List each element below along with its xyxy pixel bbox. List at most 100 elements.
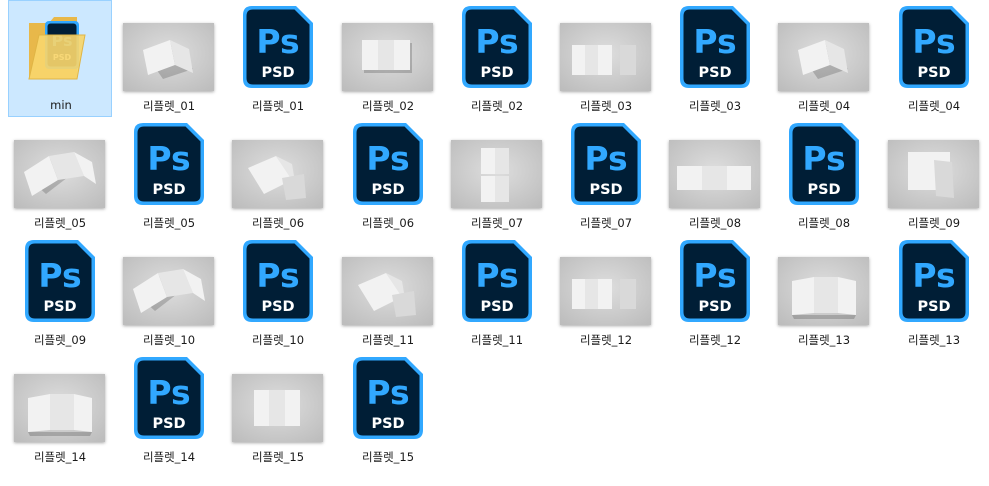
image-preview-18 [888, 140, 979, 208]
photoshop-file-icon: Ps PSD [570, 122, 642, 206]
image-file-2[interactable]: 리플렛_01 [117, 0, 221, 117]
file-name-label: 리플렛_14 [33, 450, 87, 464]
folder-icon: PsPSD [27, 9, 97, 89]
file-name-label: 리플렛_07 [579, 216, 633, 230]
psd-file-17[interactable]: Ps PSD 리플렛_08 [772, 117, 876, 234]
svg-text:PSD: PSD [698, 65, 731, 81]
file-name-label: 리플렛_07 [470, 216, 524, 230]
psd-file-5[interactable]: Ps PSD 리플렛_02 [445, 0, 549, 117]
photoshop-file-icon: Ps PSD [898, 239, 970, 323]
image-file-12[interactable]: 리플렛_06 [226, 117, 330, 234]
image-preview-12 [232, 140, 323, 208]
image-file-14[interactable]: 리플렛_07 [445, 117, 549, 234]
photoshop-file-icon: Ps PSD [461, 239, 533, 323]
svg-text:Ps: Ps [366, 373, 409, 412]
svg-text:Ps: Ps [256, 22, 299, 61]
file-thumbnail: PsPSD [9, 1, 113, 93]
file-thumbnail [772, 234, 876, 326]
svg-text:PSD: PSD [480, 65, 513, 81]
psd-file-9[interactable]: Ps PSD 리플렛_04 [882, 0, 986, 117]
image-file-26[interactable]: 리플렛_13 [772, 234, 876, 351]
svg-text:Ps: Ps [475, 22, 518, 61]
svg-text:Ps: Ps [38, 256, 81, 295]
psd-file-7[interactable]: Ps PSD 리플렛_03 [663, 0, 767, 117]
image-preview-8 [778, 23, 869, 91]
image-file-8[interactable]: 리플렛_04 [772, 0, 876, 117]
file-thumbnail: Ps PSD [663, 0, 767, 92]
image-file-28[interactable]: 리플렛_14 [8, 351, 112, 468]
image-file-6[interactable]: 리플렛_03 [554, 0, 658, 117]
file-name-label: 리플렛_08 [797, 216, 851, 230]
image-file-16[interactable]: 리플렛_08 [663, 117, 767, 234]
photoshop-file-icon: Ps PSD [242, 239, 314, 323]
svg-text:Ps: Ps [693, 256, 736, 295]
svg-text:PSD: PSD [261, 299, 294, 315]
file-thumbnail [8, 351, 112, 443]
file-name-label: 리플렛_05 [33, 216, 87, 230]
image-preview-4 [342, 23, 433, 91]
file-name-label: 리플렛_14 [142, 450, 196, 464]
folder-1[interactable]: PsPSD min [8, 0, 112, 117]
photoshop-file-icon: Ps PSD [352, 356, 424, 440]
psd-file-3[interactable]: Ps PSD 리플렛_01 [226, 0, 330, 117]
file-name-label: 리플렛_11 [470, 333, 524, 347]
file-thumbnail [117, 0, 221, 92]
image-preview-22 [342, 257, 433, 325]
psd-file-27[interactable]: Ps PSD 리플렛_13 [882, 234, 986, 351]
file-thumbnail [336, 234, 440, 326]
image-file-30[interactable]: 리플렛_15 [226, 351, 330, 468]
svg-text:Ps: Ps [802, 139, 845, 178]
image-file-4[interactable]: 리플렛_02 [336, 0, 440, 117]
svg-text:Ps: Ps [912, 256, 955, 295]
image-preview-28 [14, 374, 105, 442]
image-file-10[interactable]: 리플렛_05 [8, 117, 112, 234]
file-thumbnail [226, 117, 330, 209]
svg-text:PSD: PSD [152, 416, 185, 432]
photoshop-file-icon: Ps PSD [133, 356, 205, 440]
psd-file-23[interactable]: Ps PSD 리플렛_11 [445, 234, 549, 351]
file-thumbnail: Ps PSD [226, 0, 330, 92]
svg-text:Ps: Ps [475, 256, 518, 295]
psd-file-11[interactable]: Ps PSD 리플렛_05 [117, 117, 221, 234]
svg-text:Ps: Ps [693, 22, 736, 61]
psd-file-21[interactable]: Ps PSD 리플렛_10 [226, 234, 330, 351]
file-thumbnail [663, 117, 767, 209]
file-name-label: 리플렛_10 [142, 333, 196, 347]
file-thumbnail: Ps PSD [226, 234, 330, 326]
file-thumbnail: Ps PSD [882, 234, 986, 326]
file-thumbnail [772, 0, 876, 92]
file-name-label: 리플렛_10 [251, 333, 305, 347]
file-thumbnail: PsPSD [336, 351, 440, 443]
file-name-label: 리플렛_04 [907, 99, 961, 113]
file-name-label: 리플렛_06 [361, 216, 415, 230]
file-thumbnail: PsPSD [8, 234, 112, 326]
svg-text:PSD: PSD [917, 65, 950, 81]
file-name-label: 리플렛_02 [470, 99, 524, 113]
psd-file-25[interactable]: Ps PSD 리플렛_12 [663, 234, 767, 351]
file-name-label: 리플렛_15 [251, 450, 305, 464]
image-file-20[interactable]: 리플렛_10 [117, 234, 221, 351]
svg-text:PSD: PSD [261, 65, 294, 81]
psd-file-29[interactable]: Ps PSD 리플렛_14 [117, 351, 221, 468]
psd-file-19[interactable]: Ps PSD 리플렛_09 [8, 234, 112, 351]
photoshop-file-icon: Ps PSD [461, 5, 533, 89]
image-file-18[interactable]: 리플렛_09 [882, 117, 986, 234]
file-name-label: 리플렛_12 [688, 333, 742, 347]
svg-text:Ps: Ps [912, 22, 955, 61]
file-thumbnail [445, 117, 549, 209]
file-name-label: min [50, 98, 72, 112]
file-thumbnail [336, 0, 440, 92]
image-file-22[interactable]: 리플렛_11 [336, 234, 440, 351]
psd-file-13[interactable]: Ps PSD 리플렛_06 [336, 117, 440, 234]
psd-file-15[interactable]: Ps PSD 리플렛_07 [554, 117, 658, 234]
svg-text:PSD: PSD [698, 299, 731, 315]
photoshop-file-icon: Ps PSD [679, 5, 751, 89]
image-file-24[interactable]: 리플렛_12 [554, 234, 658, 351]
psd-file-31[interactable]: Ps PSD 리플렛_15 [336, 351, 440, 468]
file-name-label: 리플렛_11 [361, 333, 415, 347]
svg-text:PSD: PSD [917, 299, 950, 315]
svg-text:PSD: PSD [589, 182, 622, 198]
file-name-label: 리플렛_05 [142, 216, 196, 230]
svg-text:Ps: Ps [256, 256, 299, 295]
file-thumbnail: PsPSD [554, 117, 658, 209]
